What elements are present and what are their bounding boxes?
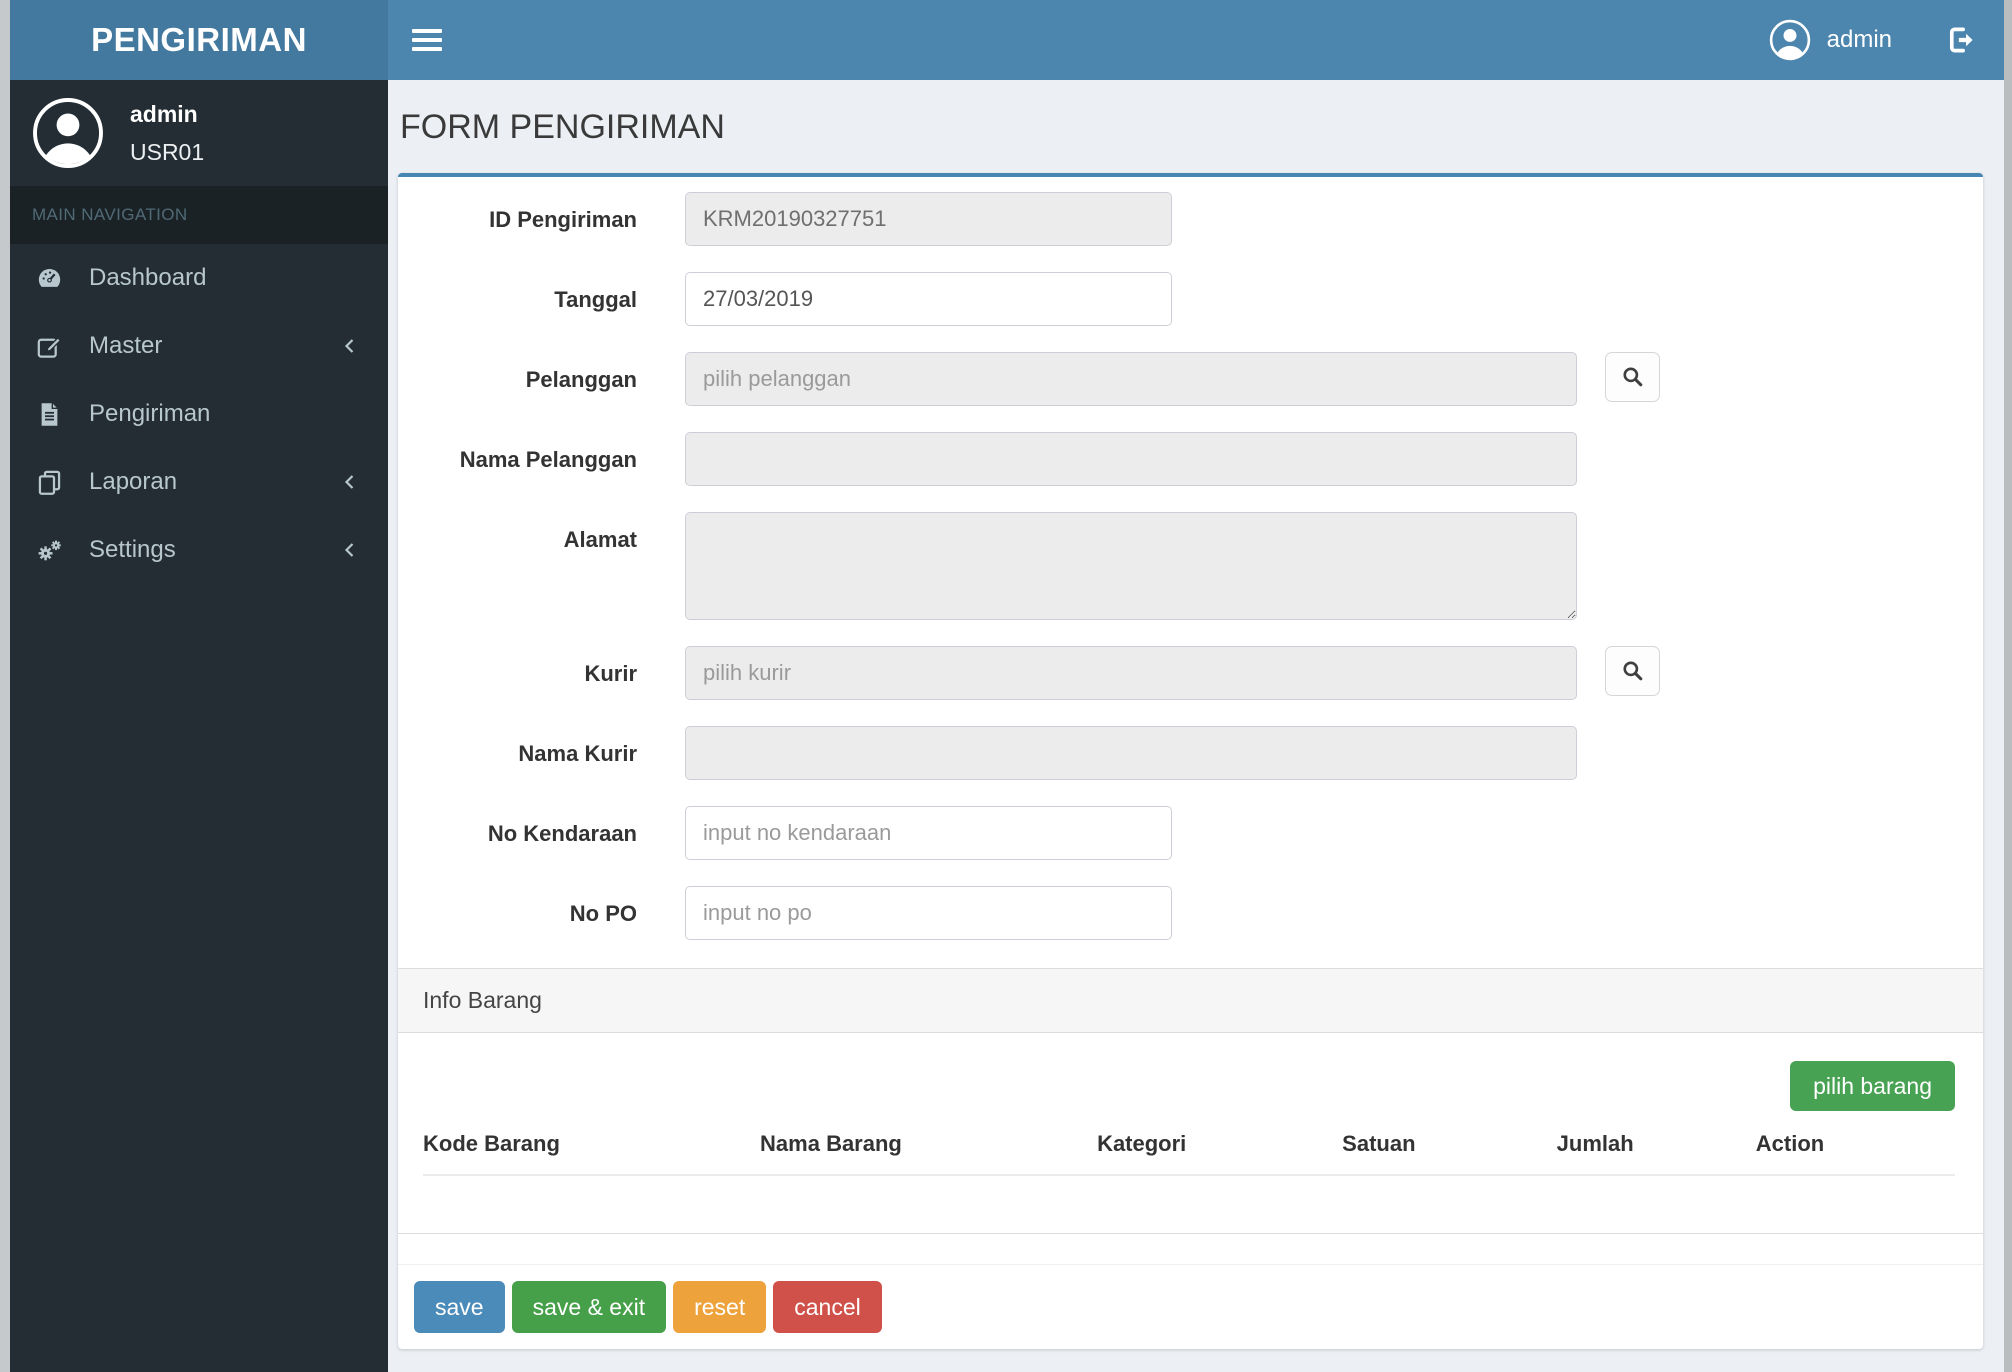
form-row: No Kendaraan xyxy=(398,806,1983,860)
user-avatar-icon xyxy=(1769,19,1811,61)
navbar-username: admin xyxy=(1826,26,1892,53)
form-row: No PO xyxy=(398,886,1983,940)
gears-icon xyxy=(36,537,63,564)
form-row: Tanggal xyxy=(398,272,1983,326)
tanggal-input[interactable] xyxy=(685,272,1172,326)
form-row: Nama Pelanggan xyxy=(398,432,1983,486)
sidebar-item-settings[interactable]: Settings xyxy=(10,516,388,584)
field-label: Kurir xyxy=(584,661,637,686)
app-window: PENGIRIMAN admin admin USR01 MAIN NAVIGA… xyxy=(10,0,2004,1372)
info-barang-header: Info Barang xyxy=(398,969,1983,1033)
sidebar-item-label: Master xyxy=(89,332,163,359)
chevron-left-icon xyxy=(338,334,362,358)
sidebar-user-id: USR01 xyxy=(130,138,205,165)
sidebar-item-label: Dashboard xyxy=(89,264,207,291)
form-row: Pelanggan xyxy=(398,352,1983,406)
nama-pelanggan-input xyxy=(685,432,1577,486)
window-edge-left xyxy=(0,0,10,1372)
sidebar-user-info: admin USR01 xyxy=(130,101,204,166)
user-avatar-icon xyxy=(32,97,104,169)
column-header: Nama Barang xyxy=(760,1117,1098,1176)
kurir-search-button[interactable] xyxy=(1605,646,1660,696)
save-exit-button[interactable]: save & exit xyxy=(511,1281,667,1333)
page-title: FORM PENGIRIMAN xyxy=(400,108,725,146)
empty-table-body xyxy=(423,1175,1955,1233)
info-barang-box: Info Barang pilih barang Kode Barang Nam… xyxy=(398,968,1983,1234)
gauge-icon xyxy=(36,265,63,292)
save-button[interactable]: save xyxy=(414,1281,505,1333)
sidebar-section-header: MAIN NAVIGATION xyxy=(10,186,388,244)
sidebar-item-master[interactable]: Master xyxy=(10,312,388,380)
search-icon xyxy=(1622,661,1642,681)
field-label: Nama Kurir xyxy=(518,741,637,766)
field-label: ID Pengiriman xyxy=(489,207,637,232)
form-footer: save save & exit reset cancel xyxy=(398,1264,1983,1349)
sidebar-item-label: Settings xyxy=(89,536,176,563)
column-header: Kode Barang xyxy=(423,1117,761,1176)
no-kendaraan-input[interactable] xyxy=(685,806,1172,860)
id-pengiriman-input xyxy=(685,192,1172,246)
column-header: Satuan xyxy=(1342,1117,1557,1176)
column-header: Jumlah xyxy=(1556,1117,1756,1176)
form-row: ID Pengiriman xyxy=(398,192,1983,246)
search-icon xyxy=(1622,367,1642,387)
window-edge-right xyxy=(2004,0,2012,1372)
column-header: Action xyxy=(1755,1117,1955,1176)
field-label: Tanggal xyxy=(554,287,637,312)
chevron-left-icon xyxy=(338,538,362,562)
kurir-input xyxy=(685,646,1577,700)
navbar-right: admin xyxy=(1769,19,2004,61)
sidebar-toggle-button[interactable] xyxy=(412,24,442,56)
field-label: Alamat xyxy=(563,527,637,552)
sidebar-username: admin xyxy=(130,100,198,127)
info-barang-body: pilih barang Kode Barang Nama Barang Kat… xyxy=(398,1033,1983,1233)
navbar: admin xyxy=(388,0,2004,80)
form-box: ID Pengiriman Tanggal Pelanggan xyxy=(398,173,1983,1349)
form-row: Alamat xyxy=(398,512,1983,620)
pelanggan-input xyxy=(685,352,1577,406)
form-row: Nama Kurir xyxy=(398,726,1983,780)
pelanggan-search-button[interactable] xyxy=(1605,352,1660,402)
field-label: No Kendaraan xyxy=(487,821,637,846)
reset-button[interactable]: reset xyxy=(673,1281,767,1333)
user-menu[interactable]: admin xyxy=(1769,19,1892,61)
form-body: ID Pengiriman Tanggal Pelanggan xyxy=(398,177,1983,968)
brand-link[interactable]: PENGIRIMAN xyxy=(10,0,388,80)
sidebar-item-laporan[interactable]: Laporan xyxy=(10,448,388,516)
nama-kurir-input xyxy=(685,726,1577,780)
document-icon xyxy=(36,401,63,428)
alamat-textarea xyxy=(685,512,1577,620)
sidebar-user-panel: admin USR01 xyxy=(10,80,388,186)
column-header: Kategori xyxy=(1097,1117,1343,1176)
content-area: FORM PENGIRIMAN ID Pengiriman Tanggal xyxy=(388,80,2004,1372)
chevron-left-icon xyxy=(338,470,362,494)
sidebar-item-label: Pengiriman xyxy=(89,400,211,427)
no-po-input[interactable] xyxy=(685,886,1172,940)
form-row: Kurir xyxy=(398,646,1983,700)
sidebar-item-dashboard[interactable]: Dashboard xyxy=(10,244,388,312)
copy-icon xyxy=(36,469,63,496)
barang-table: Kode Barang Nama Barang Kategori Satuan … xyxy=(423,1117,1955,1233)
sidebar-item-pengiriman[interactable]: Pengiriman xyxy=(10,380,388,448)
topbar: PENGIRIMAN admin xyxy=(10,0,2004,80)
sidebar: admin USR01 MAIN NAVIGATION Dashboard Ma… xyxy=(10,80,388,1372)
logout-icon[interactable] xyxy=(1944,23,1978,57)
field-label: No PO xyxy=(569,901,637,926)
field-label: Nama Pelanggan xyxy=(459,447,637,472)
cancel-button[interactable]: cancel xyxy=(773,1281,882,1333)
sidebar-item-label: Laporan xyxy=(89,468,178,495)
main-area: admin USR01 MAIN NAVIGATION Dashboard Ma… xyxy=(10,80,2004,1372)
barang-table-header-row: Kode Barang Nama Barang Kategori Satuan … xyxy=(423,1117,1955,1176)
field-label: Pelanggan xyxy=(525,367,637,392)
pilih-barang-button[interactable]: pilih barang xyxy=(1790,1061,1955,1111)
edit-icon xyxy=(36,333,63,360)
